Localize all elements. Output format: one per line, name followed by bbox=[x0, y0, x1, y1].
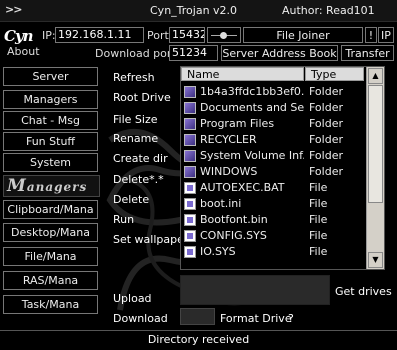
list-item[interactable]: CONFIG.SYS File bbox=[181, 228, 366, 244]
folder-icon bbox=[184, 86, 196, 98]
nav-fun-stuff[interactable]: Fun Stuff bbox=[3, 132, 98, 151]
item-type: Folder bbox=[309, 101, 343, 114]
list-item[interactable]: Program Files Folder bbox=[181, 116, 366, 132]
ip-label: IP: bbox=[42, 29, 56, 42]
list-item[interactable]: WINDOWS Folder bbox=[181, 164, 366, 180]
title-bar: >> Cyn_Trojan v2.0 Author: Read101 bbox=[0, 0, 397, 22]
item-type: Folder bbox=[309, 133, 343, 146]
item-type: File bbox=[309, 197, 328, 210]
nav-file-manager[interactable]: File/Mana bbox=[3, 247, 98, 266]
download-port-field[interactable]: 51234 bbox=[169, 45, 218, 61]
item-type: File bbox=[309, 181, 328, 194]
item-name: RECYCLER bbox=[200, 133, 257, 146]
item-name: System Volume Inf... bbox=[200, 149, 304, 162]
managers-watermark: Managers bbox=[3, 175, 100, 197]
file-icon bbox=[184, 198, 196, 210]
about-link[interactable]: About bbox=[7, 45, 40, 58]
help-question-button[interactable]: ? bbox=[288, 312, 294, 325]
item-type: Folder bbox=[309, 85, 343, 98]
list-item[interactable]: RECYCLER Folder bbox=[181, 132, 366, 148]
file-icon bbox=[184, 182, 196, 194]
refresh-command[interactable]: Refresh bbox=[113, 71, 155, 84]
upload-path-field[interactable] bbox=[180, 275, 330, 305]
item-name: Program Files bbox=[200, 117, 275, 130]
author-label: Author: Read101 bbox=[282, 4, 375, 17]
file-icon bbox=[184, 214, 196, 226]
get-drives-button[interactable]: Get drives bbox=[335, 285, 392, 298]
item-type: File bbox=[309, 229, 328, 242]
nav-ras-manager[interactable]: RAS/Mana bbox=[3, 271, 98, 290]
ip-button[interactable]: IP bbox=[378, 27, 394, 43]
list-item[interactable]: Bootfont.bin File bbox=[181, 212, 366, 228]
scroll-down-icon[interactable]: ▼ bbox=[368, 252, 383, 268]
item-name: boot.ini bbox=[200, 197, 242, 210]
download-path-field[interactable] bbox=[180, 308, 215, 325]
list-item[interactable]: 1b4a3ffdc1bb3ef0... Folder bbox=[181, 84, 366, 100]
item-type: File bbox=[309, 213, 328, 226]
nav-managers[interactable]: Managers bbox=[3, 90, 98, 109]
transfer-button[interactable]: Transfer bbox=[341, 45, 394, 61]
nav-task-manager[interactable]: Task/Mana bbox=[3, 295, 98, 314]
file-icon bbox=[184, 230, 196, 242]
list-item[interactable]: boot.ini File bbox=[181, 196, 366, 212]
folder-icon bbox=[184, 118, 196, 130]
root-drive-command[interactable]: Root Drive bbox=[113, 91, 171, 104]
delete-all-command[interactable]: Delete*.* bbox=[113, 173, 164, 186]
download-command[interactable]: Download bbox=[113, 312, 168, 325]
list-item[interactable]: IO.SYS File bbox=[181, 244, 366, 260]
list-item[interactable]: Documents and Se... Folder bbox=[181, 100, 366, 116]
file-size-command[interactable]: File Size bbox=[113, 113, 157, 126]
ip-field[interactable]: 192.168.1.11 bbox=[55, 27, 144, 43]
item-name: CONFIG.SYS bbox=[200, 229, 267, 242]
upload-command[interactable]: Upload bbox=[113, 292, 152, 305]
vertical-scrollbar[interactable]: ▲ ▼ bbox=[366, 67, 384, 269]
folder-icon bbox=[184, 102, 196, 114]
item-name: WINDOWS bbox=[200, 165, 258, 178]
folder-icon bbox=[184, 166, 196, 178]
status-bar: Directory received bbox=[0, 330, 397, 350]
list-item[interactable]: AUTOEXEC.BAT File bbox=[181, 180, 366, 196]
list-item[interactable]: System Volume Inf... Folder bbox=[181, 148, 366, 164]
column-header-name[interactable]: Name bbox=[181, 67, 304, 81]
nav-chat-msg[interactable]: Chat - Msg bbox=[3, 111, 98, 130]
window-title: Cyn_Trojan v2.0 bbox=[150, 4, 238, 17]
item-type: File bbox=[309, 245, 328, 258]
item-name: IO.SYS bbox=[200, 245, 236, 258]
exclaim-button[interactable]: ! bbox=[365, 27, 377, 43]
file-list[interactable]: Name Type 1b4a3ffdc1bb3ef0... Folder Docu… bbox=[180, 66, 385, 270]
connect-toggle[interactable] bbox=[207, 27, 241, 43]
port-field[interactable]: 15432 bbox=[169, 27, 205, 43]
nav-clipboard-manager[interactable]: Clipboard/Mana bbox=[3, 200, 98, 219]
format-drive-button[interactable]: Format Drive bbox=[220, 312, 292, 325]
folder-icon bbox=[184, 134, 196, 146]
file-icon bbox=[184, 246, 196, 258]
folder-icon bbox=[184, 150, 196, 162]
item-name: Documents and Se... bbox=[200, 101, 304, 114]
run-command[interactable]: Run bbox=[113, 213, 134, 226]
scroll-thumb[interactable] bbox=[368, 85, 383, 203]
item-name: Bootfont.bin bbox=[200, 213, 268, 226]
create-dir-command[interactable]: Create dir bbox=[113, 152, 168, 165]
nav-system[interactable]: System bbox=[3, 153, 98, 172]
nav-server[interactable]: Server bbox=[3, 67, 98, 86]
server-address-book-button[interactable]: Server Address Book bbox=[221, 45, 338, 61]
download-port-label: Download port: bbox=[95, 47, 180, 60]
toggle-knob[interactable] bbox=[220, 32, 227, 39]
scroll-up-icon[interactable]: ▲ bbox=[368, 68, 383, 84]
menu-chevron-icon[interactable]: >> bbox=[5, 3, 22, 16]
item-name: AUTOEXEC.BAT bbox=[200, 181, 285, 194]
item-type: Folder bbox=[309, 117, 343, 130]
item-type: Folder bbox=[309, 165, 343, 178]
rename-command[interactable]: Rename bbox=[113, 132, 158, 145]
nav-desktop-manager[interactable]: Desktop/Mana bbox=[3, 223, 98, 242]
file-joiner-button[interactable]: File Joiner bbox=[243, 27, 363, 43]
item-name: 1b4a3ffdc1bb3ef0... bbox=[200, 85, 304, 98]
delete-command[interactable]: Delete bbox=[113, 193, 149, 206]
item-type: Folder bbox=[309, 149, 343, 162]
set-wallpaper-command[interactable]: Set wallpaper bbox=[113, 233, 188, 246]
column-header-type[interactable]: Type bbox=[305, 67, 364, 81]
